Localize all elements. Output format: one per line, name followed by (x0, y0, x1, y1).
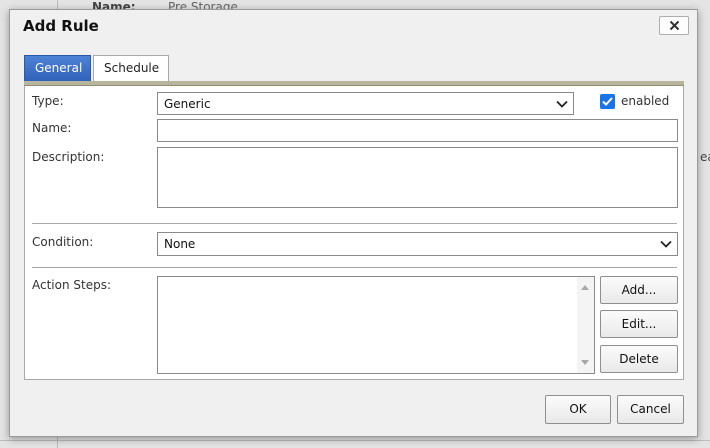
type-label: Type: (32, 94, 64, 108)
tab-general[interactable]: General (24, 55, 91, 81)
action-steps-scrollbar[interactable] (577, 277, 594, 373)
enabled-label: enabled (621, 94, 670, 108)
title-bar: Add Rule (10, 10, 697, 42)
tab-schedule[interactable]: Schedule (93, 55, 169, 81)
edit-action-button[interactable]: Edit... (600, 310, 678, 338)
general-panel: Type: Generic enabled Name: Description:… (24, 86, 684, 380)
add-rule-dialog: Add Rule General Schedule Type: Generic … (9, 9, 698, 437)
action-steps-list[interactable] (157, 276, 595, 374)
name-input[interactable] (157, 119, 678, 142)
cancel-button[interactable]: Cancel (617, 395, 684, 424)
description-textarea[interactable] (157, 147, 678, 208)
close-icon (669, 20, 679, 31)
condition-label: Condition: (32, 235, 94, 249)
name-label: Name: (32, 121, 72, 135)
type-select[interactable]: Generic (157, 92, 574, 115)
action-steps-label: Action Steps: (32, 278, 112, 292)
delete-action-button[interactable]: Delete (600, 345, 678, 373)
add-action-button[interactable]: Add... (600, 276, 678, 304)
close-button[interactable] (659, 16, 689, 35)
enabled-checkbox[interactable] (600, 94, 615, 109)
ok-button[interactable]: OK (545, 395, 611, 424)
dialog-title: Add Rule (23, 17, 99, 35)
scroll-down-icon[interactable] (581, 360, 589, 365)
condition-select-value: None (164, 237, 196, 251)
divider-2 (32, 267, 677, 268)
chevron-down-icon (655, 240, 677, 248)
bg-partial-text: ea (700, 150, 710, 164)
divider-1 (32, 223, 677, 224)
description-label: Description: (32, 150, 105, 164)
type-select-value: Generic (164, 96, 211, 111)
condition-select[interactable]: None (157, 232, 678, 256)
chevron-down-icon (551, 100, 573, 108)
checkmark-icon (602, 97, 613, 106)
scroll-up-icon[interactable] (581, 285, 589, 290)
bg-divider-bottom (0, 440, 710, 441)
